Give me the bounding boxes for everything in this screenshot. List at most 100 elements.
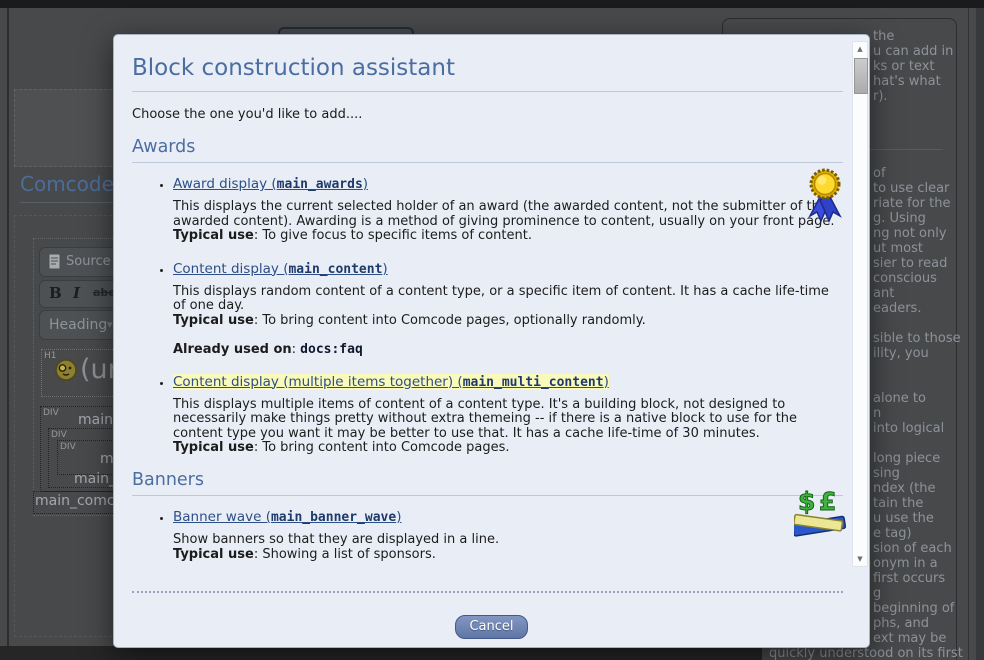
sidebar-text-line: phs, and — [873, 616, 929, 631]
sidebar-text-line: e tag) — [873, 526, 912, 541]
div-tag-label: DIV — [60, 442, 76, 452]
link-text: ) — [396, 508, 402, 525]
sidebar-text-line: sion of each — [873, 541, 952, 556]
link-text: ) — [382, 260, 388, 277]
dollar-glyph: $ — [798, 488, 815, 516]
sidebar-text-line: eaders. — [873, 301, 922, 316]
description-text: This displays multiple items of content … — [173, 396, 798, 441]
scroll-down-arrow[interactable]: ▼ — [853, 553, 867, 565]
sidebar-text-line: ant — [873, 286, 895, 301]
sidebar-text-line: onym in a — [873, 556, 938, 571]
dialog-title: Block construction assistant — [132, 55, 455, 81]
link-code: main_awards — [276, 177, 363, 192]
sidebar-text-line: the — [873, 29, 895, 44]
sidebar-text-line: ndex (the — [873, 481, 936, 496]
pound-glyph: £ — [819, 488, 836, 516]
block-link-main-content[interactable]: Content display (main_content) — [173, 261, 388, 277]
typical-use-label: Typical use — [173, 546, 254, 562]
link-text: Award display ( — [173, 176, 277, 192]
description-text: Show banners so that they are displayed … — [173, 531, 500, 547]
section-heading-banners: Banners — [132, 470, 843, 496]
sidebar-text-line: ility, you — [873, 346, 929, 361]
description-text: This displays the current selected holde… — [173, 199, 835, 229]
dialog-footer: Cancel — [114, 615, 869, 639]
typical-use-text: : To bring content into Comcode pages. — [253, 440, 510, 456]
block-description: Show banners so that they are displayed … — [173, 531, 843, 562]
cancel-button[interactable]: Cancel — [455, 615, 528, 639]
sidebar-paragraph: of to use clear riate for the g. Using ng no… — [873, 166, 951, 316]
page-right-border — [968, 8, 969, 660]
sidebar-text-line: g — [873, 586, 882, 601]
sidebar-text-line: hat's what — [873, 74, 941, 89]
typical-use-text: : To give focus to specific items of con… — [253, 228, 532, 244]
sidebar-text-line: r). — [873, 89, 888, 104]
block-description: This displays multiple items of content … — [173, 396, 843, 456]
sidebar-text-line: riate for the — [873, 196, 951, 211]
sidebar-text-line: sier to read — [873, 256, 948, 271]
banners-money-icon: $ £ — [791, 487, 847, 544]
dialog-scrollbar[interactable]: ▲ ▼ — [852, 41, 868, 567]
sidebar-text-line: ut most — [873, 241, 923, 256]
div-tag-label: DIV — [51, 430, 67, 440]
page-right-edge — [976, 8, 984, 660]
typical-use-label: Typical use — [173, 440, 254, 456]
typical-use-label: Typical use — [173, 312, 254, 328]
italic-button[interactable]: I — [73, 284, 80, 302]
bold-button[interactable]: B — [49, 284, 62, 302]
sidebar-text-line: u use the — [873, 511, 934, 526]
sidebar-text-line: of — [873, 166, 886, 181]
scroll-up-arrow[interactable]: ▲ — [853, 43, 867, 55]
banners-block-list: Banner wave (main_banner_wave) Show bann… — [132, 506, 843, 562]
page-left-border — [7, 8, 9, 660]
sidebar-text-line: u can add in — [873, 44, 954, 59]
sidebar-text-line: tain the — [873, 496, 924, 511]
div-tag-label: DIV — [43, 408, 59, 418]
sidebar-paragraph: the u can add in ks or text hat's what r). — [873, 29, 953, 104]
dialog-body: Block construction assistant Choose the … — [114, 35, 869, 647]
list-item: Banner wave (main_banner_wave) Show bann… — [173, 506, 843, 562]
typical-use-label: Typical use — [173, 228, 254, 244]
sidebar-text-line: sible to those — [873, 331, 961, 346]
sidebar-text-line: ext may be — [873, 631, 947, 646]
sidebar-text-line: first occurs — [873, 571, 946, 586]
already-used-line: Already used on: docs:faq — [173, 342, 843, 357]
title-divider — [132, 91, 843, 92]
browser-top-edge — [0, 0, 984, 8]
block-link-main-multi-content[interactable]: Content display (multiple items together… — [173, 373, 609, 390]
sidebar-text-line: ks or text — [873, 59, 935, 74]
sidebar-paragraph: alone to n into logical — [873, 391, 944, 436]
scrollbar-thumb[interactable] — [854, 58, 868, 94]
used-page-code: docs:faq — [300, 341, 363, 357]
sidebar-text-line: n — [873, 406, 882, 421]
sidebar-text-line: g. Using — [873, 211, 926, 226]
link-text: Banner wave ( — [173, 508, 271, 525]
dialog-intro: Choose the one you'd like to add.... — [132, 107, 363, 122]
block-description: This displays random content of a conten… — [173, 283, 843, 329]
sidebar-paragraph: sible to those ility, you — [873, 331, 961, 361]
list-item: Content display (multiple items together… — [173, 371, 843, 456]
separator-text: : — [291, 341, 301, 357]
chevron-down-icon: ▾ — [107, 318, 113, 331]
block-link-main-awards[interactable]: Award display (main_awards) — [173, 176, 368, 192]
section-heading-awards: Awards — [132, 137, 843, 163]
sidebar-text-line: alone to — [873, 391, 926, 406]
list-item: Award display (main_awards) This display… — [173, 173, 843, 244]
footer-dotted-divider — [132, 591, 843, 593]
link-code: main_banner_wave — [270, 509, 397, 525]
list-item: Content display (main_content) This disp… — [173, 258, 843, 357]
sidebar-text-line: sing — [873, 466, 900, 481]
sidebar-text-line: into logical — [873, 421, 945, 436]
sidebar-text-line: long piece — [873, 451, 941, 466]
block-description: This displays the current selected holde… — [173, 199, 843, 244]
link-text: Content display ( — [173, 260, 289, 277]
screen: Comcode pa Source B I abe Heading 1 ▾ H1 — [0, 0, 984, 660]
link-text: ) — [603, 373, 609, 390]
source-button-label: Source — [66, 254, 111, 269]
sidebar-paragraph: long piece sing ndex (the tain the u use the… — [873, 451, 954, 646]
block-link-main-banner-wave[interactable]: Banner wave (main_banner_wave) — [173, 509, 401, 525]
typical-use-text: : Showing a list of sponsors. — [253, 546, 436, 562]
sidebar-text-line: conscious — [873, 271, 937, 286]
page-bottom-dark-area — [0, 646, 762, 660]
description-text: This displays random content of a conten… — [173, 283, 829, 314]
tree-node-label: m — [100, 451, 114, 467]
